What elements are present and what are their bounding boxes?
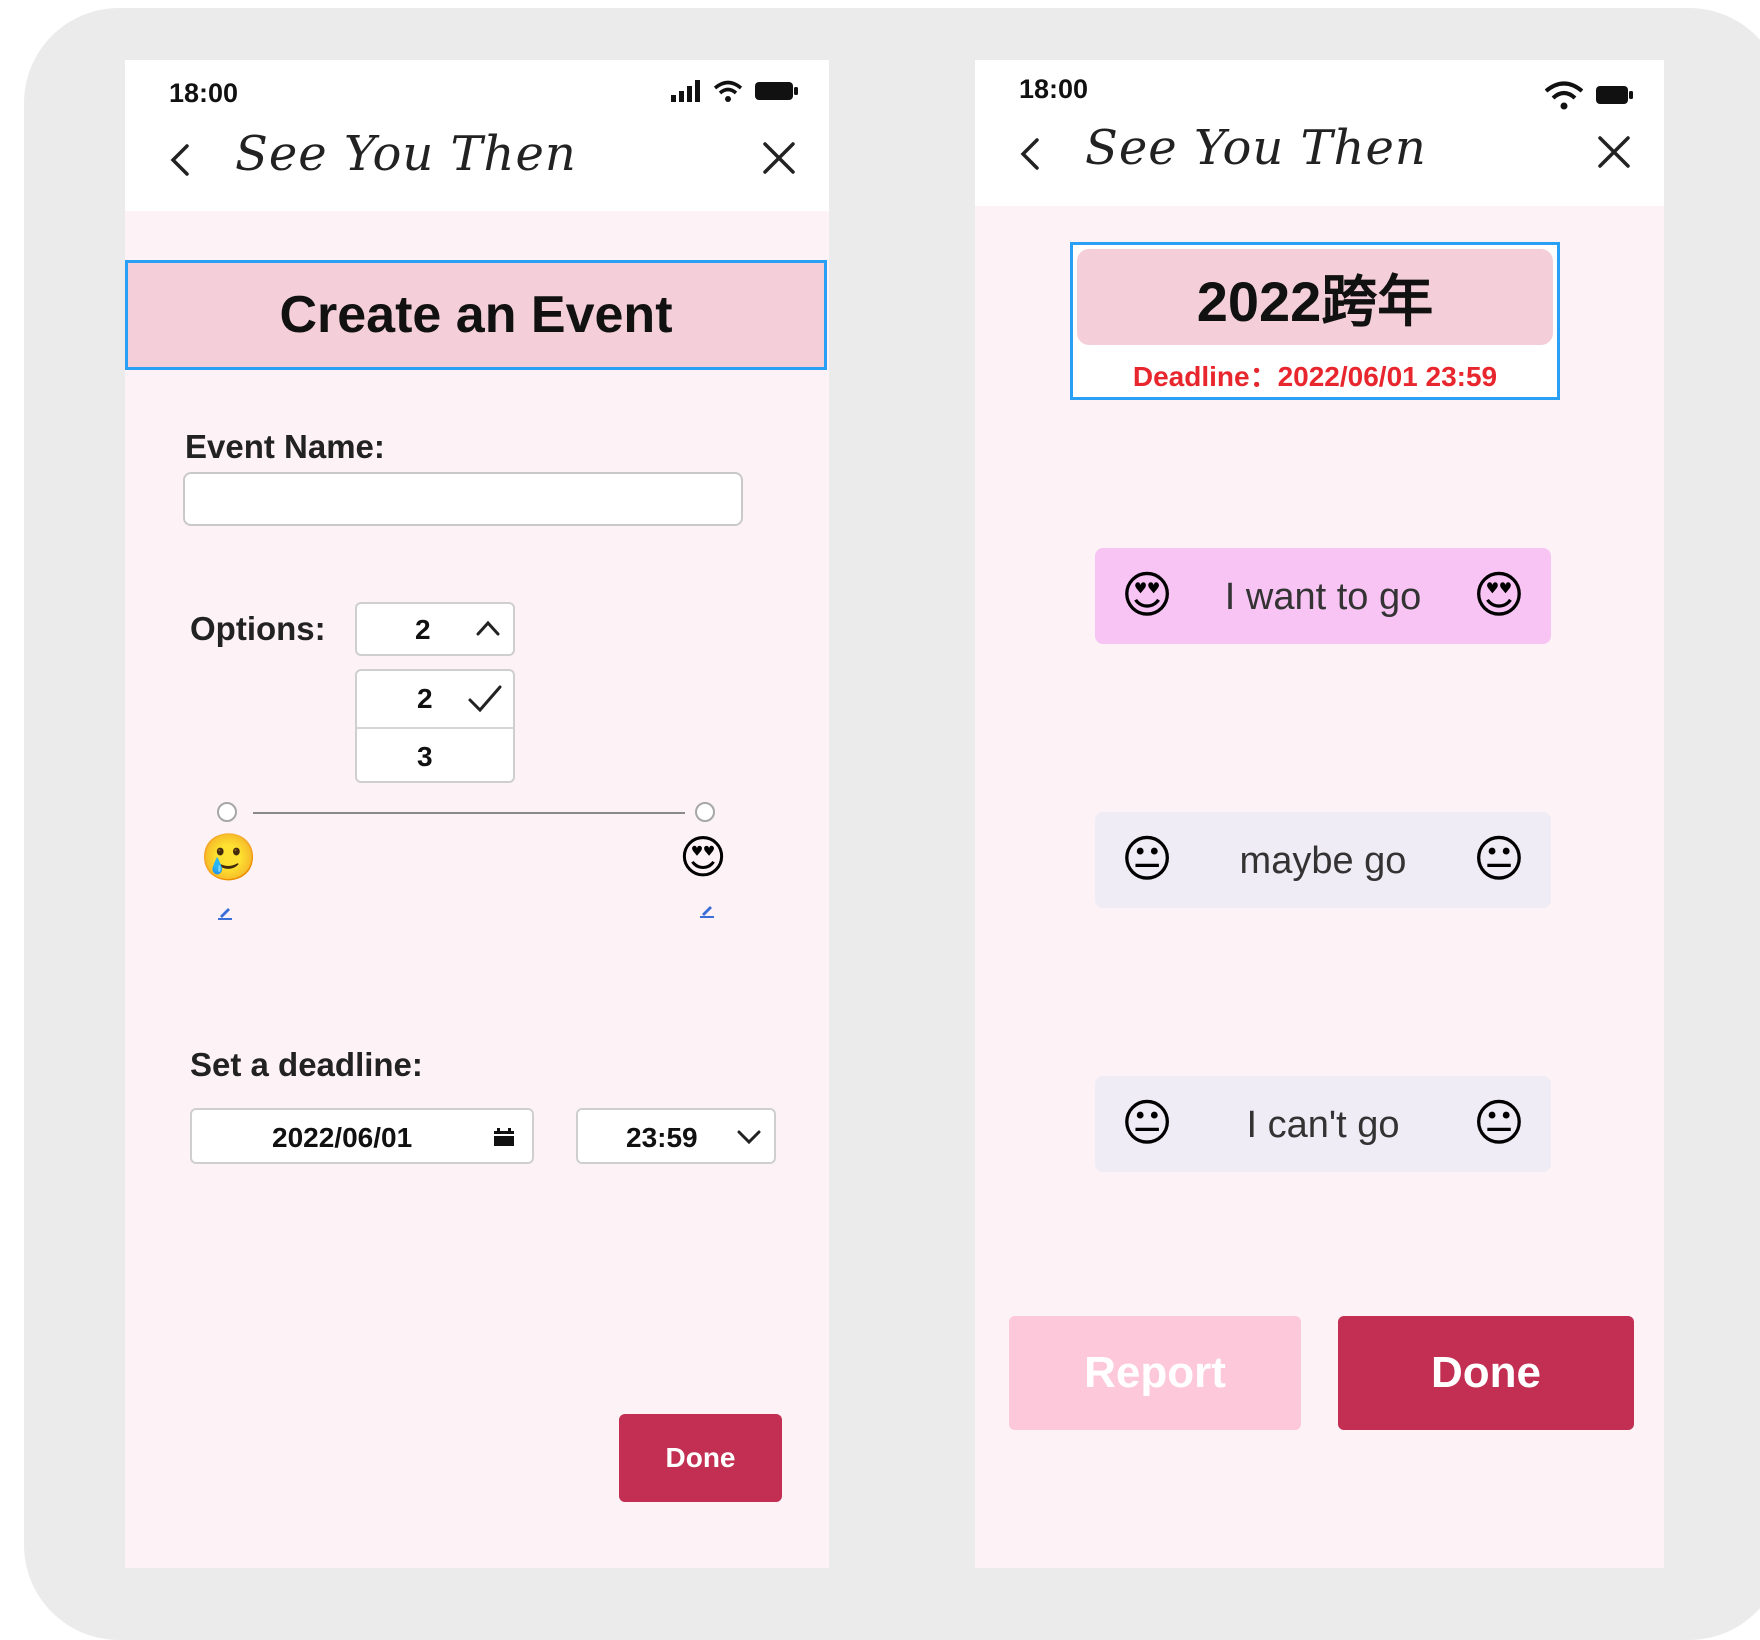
slider-knob-left[interactable]	[217, 802, 237, 822]
app-logo-text: See You Then	[1085, 120, 1427, 176]
chevron-down-icon	[737, 1130, 761, 1145]
heart-eyes-emoji: 😍	[1472, 567, 1525, 623]
close-icon[interactable]	[757, 136, 801, 180]
neutral-face-emoji: 😐	[1472, 1095, 1525, 1151]
option-item[interactable]: 3	[357, 729, 513, 785]
event-vote-screen: 18:00 See You Then 2022跨年 Deadline：2022/…	[975, 60, 1664, 1568]
edit-pencil-icon[interactable]	[699, 902, 715, 918]
vote-cant-go-button[interactable]: 😐 I can't go 😐	[1095, 1076, 1551, 1172]
options-select[interactable]: 2	[355, 602, 515, 656]
event-name-label: Event Name:	[185, 428, 385, 465]
vote-want-to-go-button[interactable]: 😍 I want to go 😍	[1095, 548, 1551, 644]
deadline-label: Set a deadline:	[190, 1046, 423, 1083]
create-event-screen: 18:00 See You Then Create an Event Event…	[125, 60, 829, 1568]
battery-icon	[755, 82, 798, 100]
event-name-input[interactable]	[183, 472, 743, 526]
deadline-text: Deadline：2022/06/01 23:59	[1132, 361, 1498, 392]
vote-maybe-go-button[interactable]: 😐 maybe go 😐	[1095, 812, 1551, 908]
page-title-box: Create an Event	[125, 260, 827, 370]
status-icons	[1544, 80, 1634, 110]
page-title: Create an Event	[279, 286, 673, 344]
edit-pencil-icon[interactable]	[217, 904, 233, 920]
top-bar: 18:00 See You Then	[125, 60, 829, 211]
sad-face-emoji: 🥲	[200, 831, 258, 883]
event-info-card: 2022跨年 Deadline：2022/06/01 23:59	[1070, 242, 1560, 400]
heart-eyes-emoji: 😍	[679, 831, 727, 883]
slider-knob-right[interactable]	[695, 802, 715, 822]
back-icon[interactable]	[159, 138, 203, 182]
status-time: 18:00	[1019, 74, 1089, 104]
calendar-icon	[494, 1128, 514, 1146]
chevron-up-icon	[476, 620, 500, 636]
option-item[interactable]: 2	[357, 671, 513, 727]
option-label: 2	[417, 683, 433, 714]
wifi-icon	[1544, 81, 1584, 110]
options-dropdown: 2 3	[355, 669, 515, 783]
neutral-face-emoji: 😐	[1472, 831, 1525, 887]
status-time: 18:00	[169, 78, 239, 108]
options-selected-value: 2	[415, 614, 431, 645]
app-logo-text: See You Then	[235, 126, 577, 182]
slider-track	[253, 812, 685, 814]
event-title-box: 2022跨年	[1077, 249, 1553, 345]
back-icon[interactable]	[1009, 132, 1053, 176]
done-button[interactable]: Done	[619, 1414, 782, 1502]
done-button[interactable]: Done	[1338, 1316, 1634, 1430]
options-label: Options:	[190, 610, 326, 647]
signal-icon	[671, 80, 700, 102]
close-icon[interactable]	[1592, 130, 1636, 174]
battery-icon	[1596, 86, 1633, 104]
option-label: 3	[417, 741, 433, 772]
report-button[interactable]: Report	[1009, 1316, 1301, 1430]
deadline-date-input[interactable]: 2022/06/01	[190, 1108, 534, 1164]
top-bar: 18:00 See You Then	[975, 60, 1664, 206]
status-icons	[671, 80, 799, 102]
wifi-icon	[713, 80, 743, 102]
deadline-time-select[interactable]: 23:59	[576, 1108, 776, 1164]
deadline-time-value: 23:59	[626, 1122, 698, 1153]
event-title: 2022跨年	[1196, 269, 1434, 333]
deadline-date-value: 2022/06/01	[272, 1122, 413, 1153]
checkmark-icon	[468, 685, 502, 713]
